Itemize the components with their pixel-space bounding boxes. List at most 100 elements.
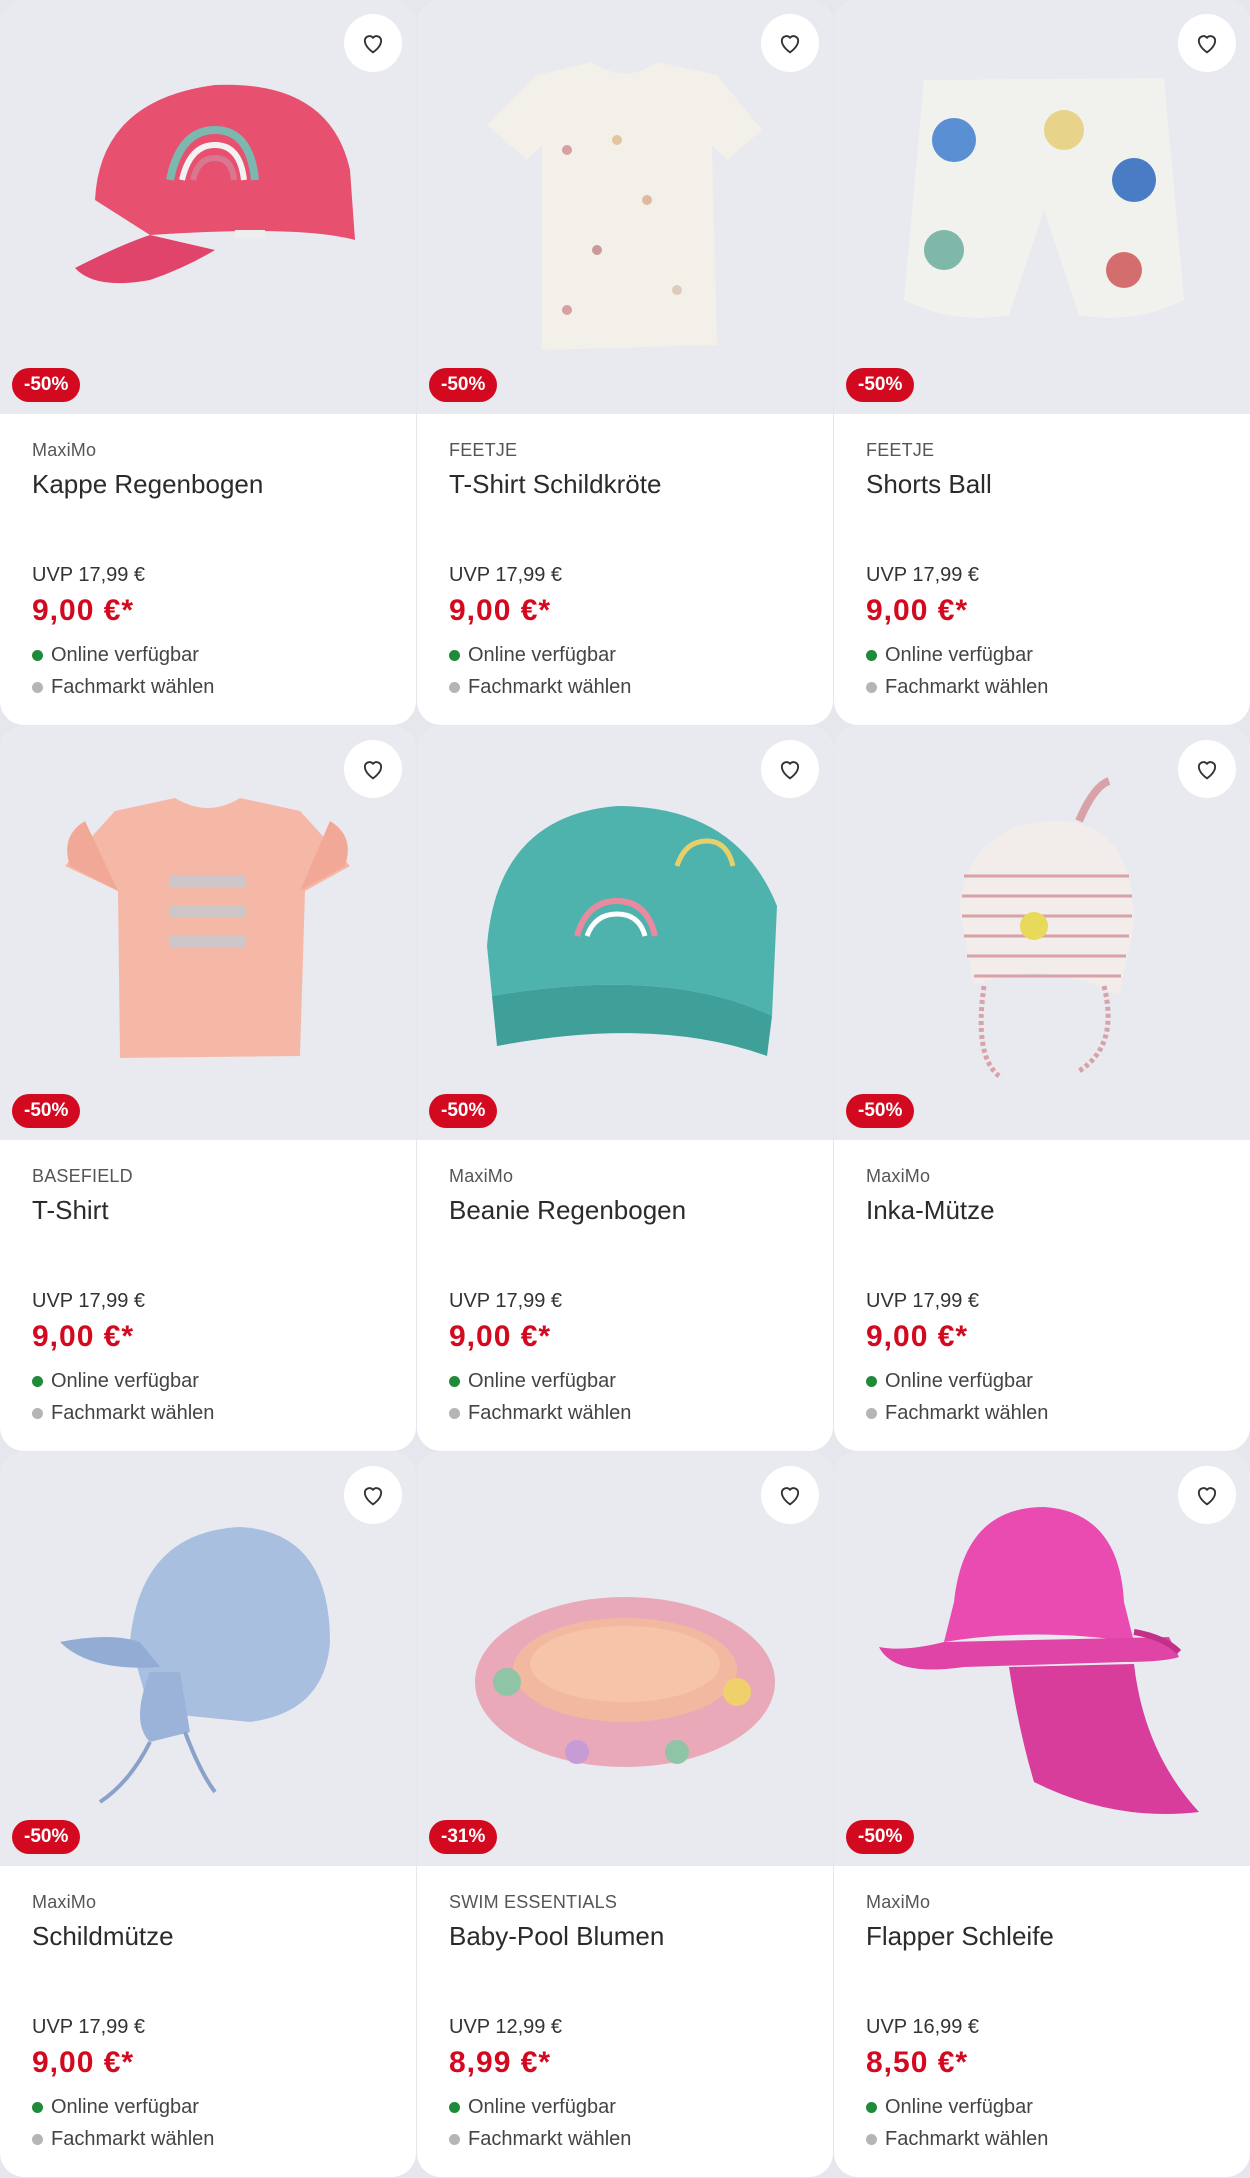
online-dot-icon xyxy=(32,2102,43,2113)
store-label: Fachmarkt wählen xyxy=(51,1402,215,1424)
product-card[interactable]: -50% MaxiMo Flapper Schleife UVP 16,99 €… xyxy=(834,1452,1250,2177)
product-image[interactable]: -50% xyxy=(834,726,1250,1140)
product-name[interactable]: Flapper Schleife xyxy=(866,1921,1218,1952)
product-name[interactable]: Shorts Ball xyxy=(866,469,1218,500)
product-grid: -50% MaxiMo Kappe Regenbogen UVP 17,99 €… xyxy=(0,0,1250,2178)
product-name[interactable]: Inka-Mütze xyxy=(866,1195,1218,1226)
product-name[interactable]: Schildmütze xyxy=(32,1921,384,1952)
favorite-button[interactable] xyxy=(1178,14,1236,72)
favorite-button[interactable] xyxy=(344,14,402,72)
store-label: Fachmarkt wählen xyxy=(885,1402,1049,1424)
online-availability: Online verfügbar xyxy=(449,1370,616,1393)
online-label: Online verfügbar xyxy=(51,644,199,666)
store-dot-icon xyxy=(449,682,460,693)
favorite-button[interactable] xyxy=(761,740,819,798)
product-image[interactable]: -50% xyxy=(0,726,416,1140)
favorite-button[interactable] xyxy=(1178,1466,1236,1524)
store-dot-icon xyxy=(866,2134,877,2145)
online-availability: Online verfügbar xyxy=(32,644,199,667)
product-card[interactable]: -50% MaxiMo Schildmütze UVP 17,99 € 9,00… xyxy=(0,1452,416,2177)
heart-icon xyxy=(1197,761,1217,780)
store-label: Fachmarkt wählen xyxy=(51,676,215,698)
brand-label: MaxiMo xyxy=(32,440,97,460)
store-dot-icon xyxy=(32,2134,43,2145)
brand-label: SWIM ESSENTIALS xyxy=(449,1892,618,1912)
heart-icon xyxy=(1197,35,1217,54)
store-dot-icon xyxy=(449,2134,460,2145)
online-availability: Online verfügbar xyxy=(449,2096,616,2119)
online-dot-icon xyxy=(449,2102,460,2113)
store-select[interactable]: Fachmarkt wählen xyxy=(449,676,631,699)
store-dot-icon xyxy=(449,1408,460,1419)
product-card[interactable]: -50% BASEFIELD T-Shirt UVP 17,99 € 9,00 … xyxy=(0,726,416,1451)
product-card[interactable]: -50% FEETJE Shorts Ball UVP 17,99 € 9,00… xyxy=(834,0,1250,725)
brand-label: MaxiMo xyxy=(866,1892,931,1912)
uvp-price: UVP 12,99 € xyxy=(449,2016,563,2038)
heart-icon xyxy=(1197,1487,1217,1506)
uvp-price: UVP 17,99 € xyxy=(449,1290,563,1312)
product-name[interactable]: Beanie Regenbogen xyxy=(449,1195,801,1226)
product-name[interactable]: T-Shirt xyxy=(32,1195,384,1226)
brand-label: BASEFIELD xyxy=(32,1166,133,1186)
heart-icon xyxy=(780,35,800,54)
store-dot-icon xyxy=(866,1408,877,1419)
online-label: Online verfügbar xyxy=(51,1370,199,1392)
store-select[interactable]: Fachmarkt wählen xyxy=(32,1402,214,1425)
sale-price: 9,00 €* xyxy=(449,594,552,627)
product-name[interactable]: Kappe Regenbogen xyxy=(32,469,384,500)
store-select[interactable]: Fachmarkt wählen xyxy=(866,2128,1048,2151)
uvp-price: UVP 17,99 € xyxy=(32,564,146,586)
product-image[interactable]: -31% xyxy=(417,1452,833,1866)
product-card[interactable]: -31% SWIM ESSENTIALS Baby-Pool Blumen UV… xyxy=(417,1452,833,2177)
store-label: Fachmarkt wählen xyxy=(468,1402,632,1424)
store-label: Fachmarkt wählen xyxy=(885,676,1049,698)
product-image[interactable]: -50% xyxy=(417,0,833,414)
product-card[interactable]: -50% MaxiMo Inka-Mütze UVP 17,99 € 9,00 … xyxy=(834,726,1250,1451)
sale-price: 9,00 €* xyxy=(32,2046,135,2079)
product-card[interactable]: -50% MaxiMo Kappe Regenbogen UVP 17,99 €… xyxy=(0,0,416,725)
brand-label: FEETJE xyxy=(449,440,518,460)
online-dot-icon xyxy=(449,650,460,661)
online-label: Online verfügbar xyxy=(468,2096,616,2118)
uvp-price: UVP 17,99 € xyxy=(866,1290,980,1312)
product-card[interactable]: -50% MaxiMo Beanie Regenbogen UVP 17,99 … xyxy=(417,726,833,1451)
store-select[interactable]: Fachmarkt wählen xyxy=(32,676,214,699)
brand-label: MaxiMo xyxy=(32,1892,97,1912)
product-image[interactable]: -50% xyxy=(834,1452,1250,1866)
favorite-button[interactable] xyxy=(344,740,402,798)
uvp-price: UVP 17,99 € xyxy=(866,564,980,586)
online-availability: Online verfügbar xyxy=(32,2096,199,2119)
favorite-button[interactable] xyxy=(344,1466,402,1524)
product-name[interactable]: Baby-Pool Blumen xyxy=(449,1921,801,1952)
sale-price: 9,00 €* xyxy=(32,594,135,627)
discount-badge: -50% xyxy=(12,1820,81,1854)
favorite-button[interactable] xyxy=(1178,740,1236,798)
product-name[interactable]: T-Shirt Schildkröte xyxy=(449,469,801,500)
uvp-price: UVP 17,99 € xyxy=(449,564,563,586)
store-select[interactable]: Fachmarkt wählen xyxy=(449,2128,631,2151)
product-image[interactable]: -50% xyxy=(417,726,833,1140)
online-availability: Online verfügbar xyxy=(449,644,616,667)
store-select[interactable]: Fachmarkt wählen xyxy=(32,2128,214,2151)
product-image[interactable]: -50% xyxy=(834,0,1250,414)
online-label: Online verfügbar xyxy=(468,1370,616,1392)
favorite-button[interactable] xyxy=(761,1466,819,1524)
store-dot-icon xyxy=(866,682,877,693)
store-select[interactable]: Fachmarkt wählen xyxy=(866,676,1048,699)
product-image[interactable]: -50% xyxy=(0,1452,416,1866)
online-label: Online verfügbar xyxy=(885,644,1033,666)
store-select[interactable]: Fachmarkt wählen xyxy=(866,1402,1048,1425)
sale-price: 8,50 €* xyxy=(866,2046,969,2079)
online-availability: Online verfügbar xyxy=(32,1370,199,1393)
sale-price: 8,99 €* xyxy=(449,2046,552,2079)
favorite-button[interactable] xyxy=(761,14,819,72)
online-dot-icon xyxy=(32,1376,43,1387)
online-label: Online verfügbar xyxy=(885,2096,1033,2118)
product-image[interactable]: -50% xyxy=(0,0,416,414)
uvp-price: UVP 17,99 € xyxy=(32,2016,146,2038)
discount-badge: -50% xyxy=(846,1094,915,1128)
product-card[interactable]: -50% FEETJE T-Shirt Schildkröte UVP 17,9… xyxy=(417,0,833,725)
sale-price: 9,00 €* xyxy=(449,1320,552,1353)
online-label: Online verfügbar xyxy=(885,1370,1033,1392)
store-select[interactable]: Fachmarkt wählen xyxy=(449,1402,631,1425)
